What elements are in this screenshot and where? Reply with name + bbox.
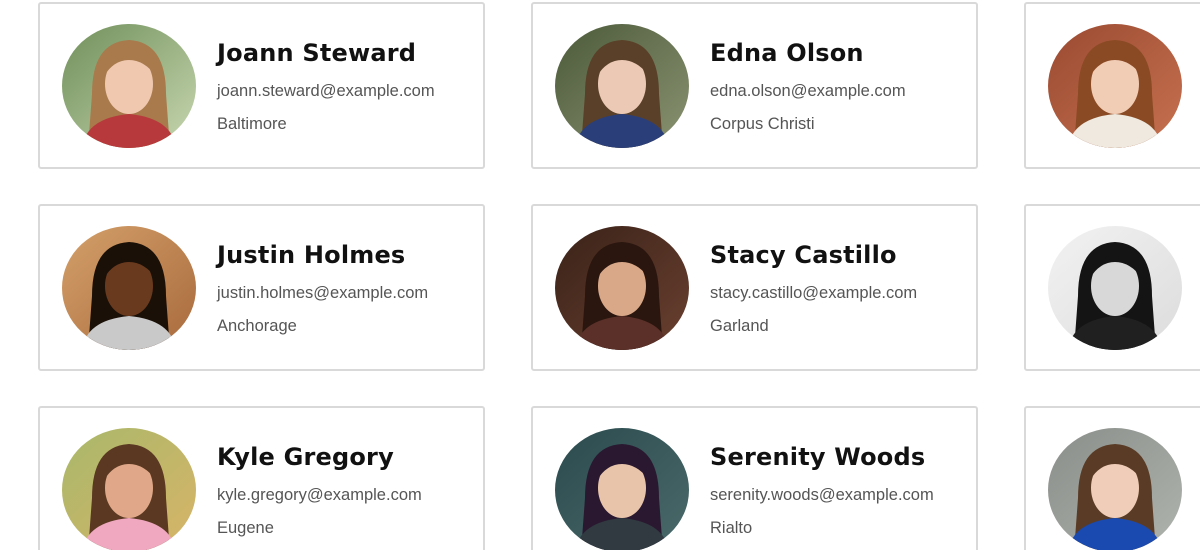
avatar	[555, 428, 689, 550]
contact-city: Garland	[710, 317, 769, 335]
contact-email: kyle.gregory@example.com	[217, 486, 422, 504]
contact-email: stacy.castillo@example.com	[710, 284, 918, 302]
contact-email: edna.olson@example.com	[710, 82, 906, 100]
contact-info: Kyle Gregory kyle.gregory@example.com Eu…	[217, 442, 422, 538]
person-photo-avatar-icon	[1048, 428, 1182, 550]
contact-info: Joann Steward joann.steward@example.com …	[217, 38, 435, 134]
contact-name: Kyle Gregory	[217, 443, 394, 471]
person-photo-avatar-icon	[62, 226, 196, 350]
contact-card[interactable]: Stacy Castillo stacy.castillo@example.co…	[531, 204, 978, 371]
contact-name: Joann Steward	[217, 39, 417, 67]
contact-card[interactable]: Edna Olson edna.olson@example.com Corpus…	[531, 2, 978, 169]
avatar	[62, 24, 196, 148]
contact-name: Justin Holmes	[217, 241, 406, 269]
person-photo-avatar-icon	[1048, 24, 1182, 148]
contact-info: Serenity Woods serenity.woods@example.co…	[710, 442, 934, 538]
contact-card[interactable]	[1024, 204, 1200, 371]
avatar	[62, 428, 196, 550]
avatar	[62, 226, 196, 350]
contact-info: Stacy Castillo stacy.castillo@example.co…	[710, 240, 917, 336]
avatar	[1048, 226, 1182, 350]
contact-card[interactable]	[1024, 406, 1200, 550]
contact-card[interactable]: Serenity Woods serenity.woods@example.co…	[531, 406, 978, 550]
person-photo-avatar-icon	[555, 428, 689, 550]
contact-email: justin.holmes@example.com	[217, 284, 429, 302]
contact-card-grid: Joann Steward joann.steward@example.com …	[38, 2, 1200, 550]
contact-info: Edna Olson edna.olson@example.com Corpus…	[710, 38, 906, 134]
contact-card[interactable]: Kyle Gregory kyle.gregory@example.com Eu…	[38, 406, 485, 550]
person-photo-avatar-icon	[555, 24, 689, 148]
person-photo-avatar-icon	[62, 24, 196, 148]
person-photo-avatar-icon	[1048, 226, 1182, 350]
contact-info: Justin Holmes justin.holmes@example.com …	[217, 240, 428, 336]
person-photo-avatar-icon	[62, 428, 196, 550]
contact-email: serenity.woods@example.com	[710, 486, 934, 504]
contact-email: joann.steward@example.com	[217, 82, 435, 100]
contact-name: Serenity Woods	[710, 443, 926, 471]
contact-city: Anchorage	[217, 317, 297, 335]
contact-card[interactable]: Joann Steward joann.steward@example.com …	[38, 2, 485, 169]
contact-name: Edna Olson	[710, 39, 864, 67]
contact-card[interactable]	[1024, 2, 1200, 169]
avatar	[1048, 24, 1182, 148]
contact-city: Eugene	[217, 519, 274, 537]
person-photo-avatar-icon	[555, 226, 689, 350]
avatar	[1048, 428, 1182, 550]
contact-city: Corpus Christi	[710, 115, 815, 133]
avatar	[555, 24, 689, 148]
contact-name: Stacy Castillo	[710, 241, 897, 269]
contact-card[interactable]: Justin Holmes justin.holmes@example.com …	[38, 204, 485, 371]
contact-city: Baltimore	[217, 115, 287, 133]
contact-city: Rialto	[710, 519, 753, 537]
contacts-page: Joann Steward joann.steward@example.com …	[0, 0, 1200, 550]
avatar	[555, 226, 689, 350]
